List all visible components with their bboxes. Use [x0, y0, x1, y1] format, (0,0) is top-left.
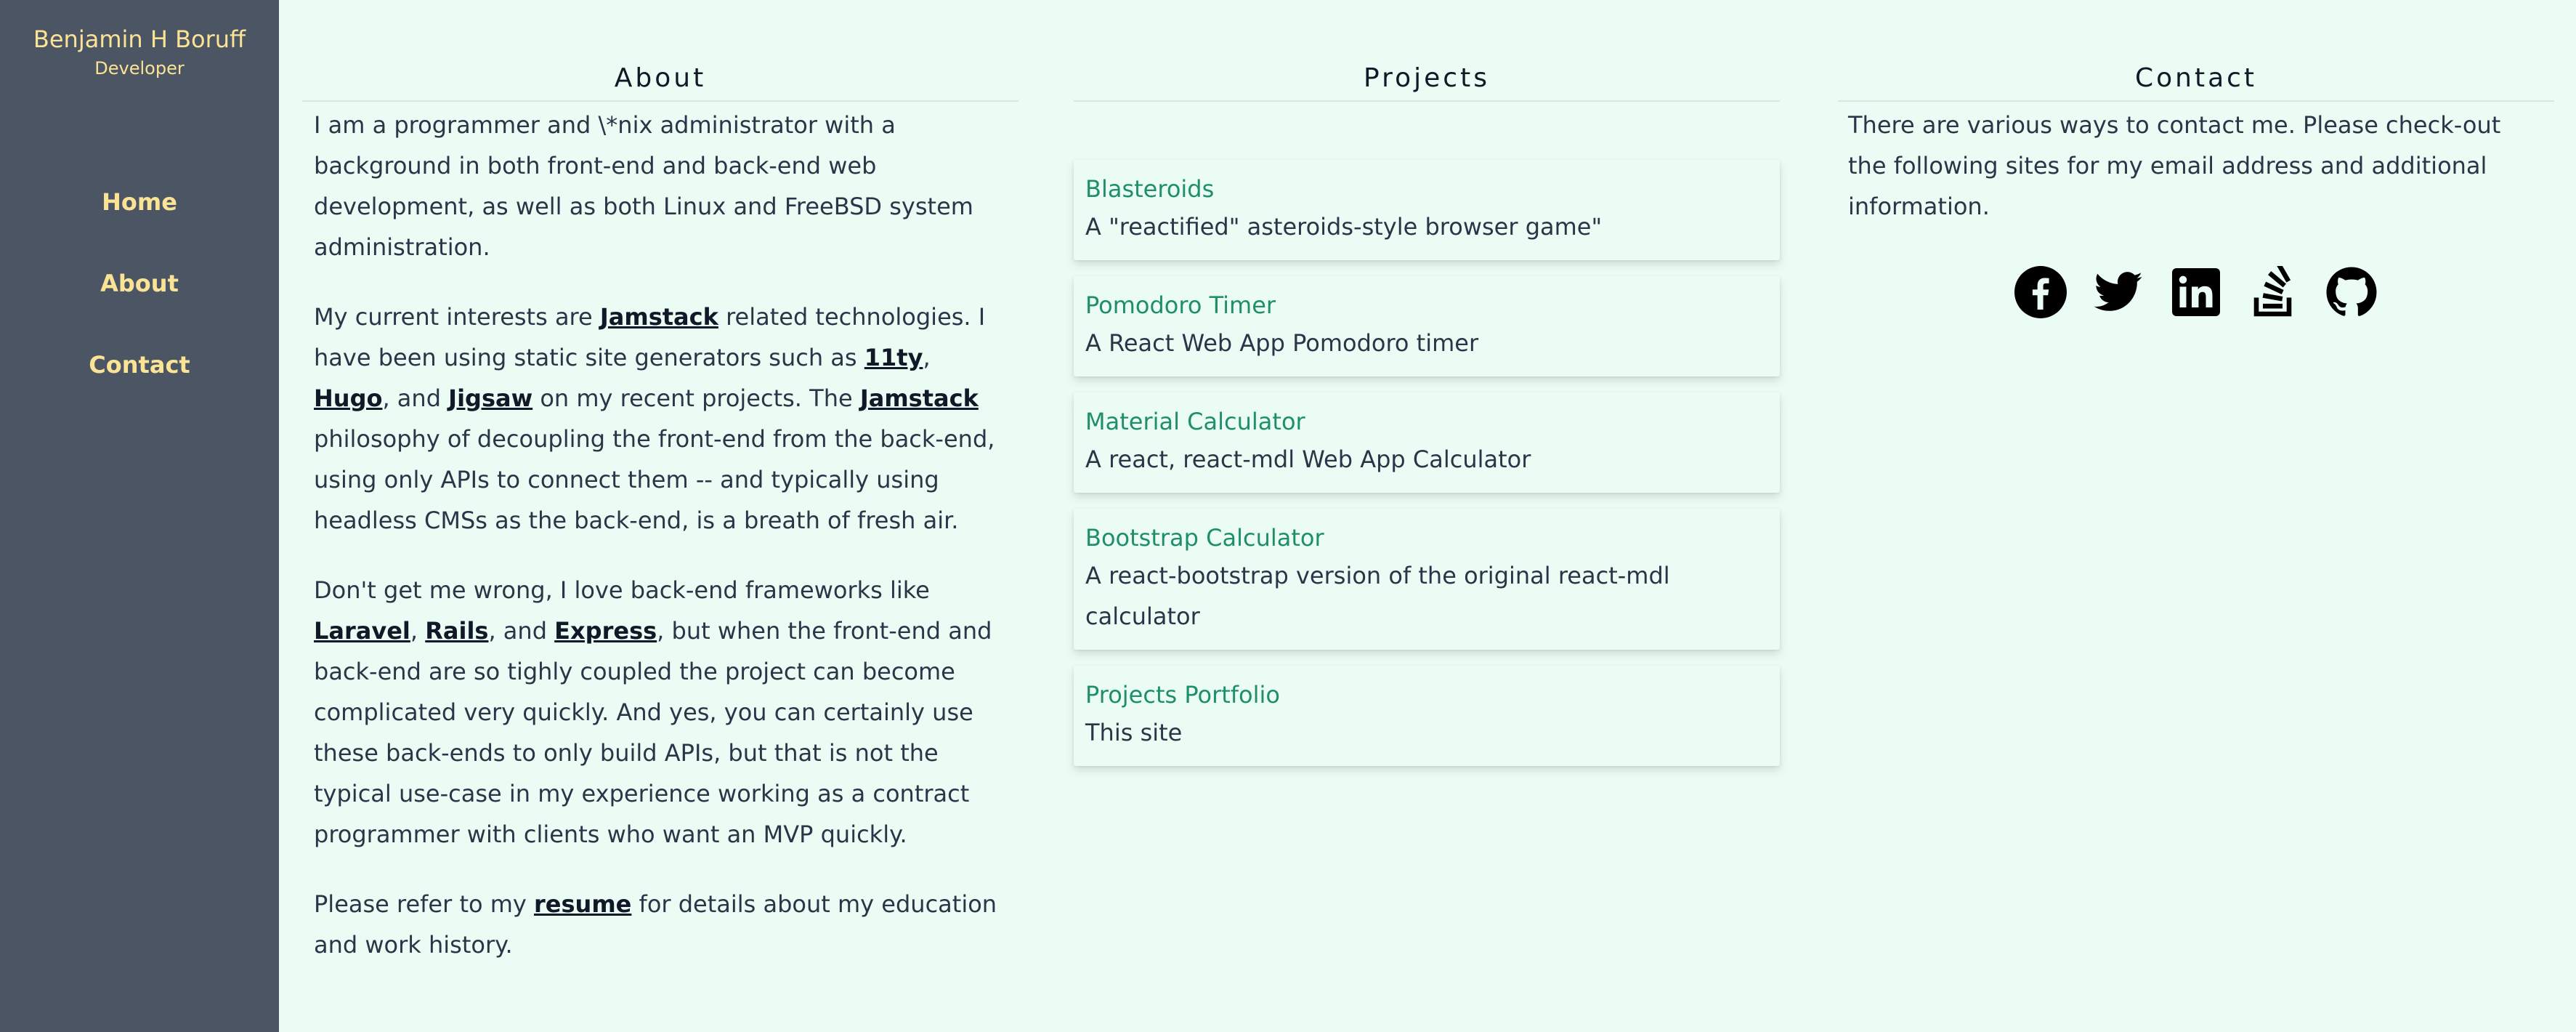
stackoverflow-icon[interactable] — [2248, 266, 2300, 318]
contact-text: There are various ways to contact me. Pl… — [1848, 111, 2501, 220]
nav-home[interactable]: Home — [0, 186, 279, 218]
about-paragraph-3: Don't get me wrong, I love back-end fram… — [314, 576, 992, 848]
project-description: A react, react-mdl Web App Calculator — [1085, 446, 1531, 473]
11ty-link[interactable]: 11ty — [864, 344, 923, 371]
project-card[interactable]: Bootstrap Calculator A react-bootstrap v… — [1074, 509, 1780, 650]
brand-role: Developer — [94, 58, 185, 78]
nav-about[interactable]: About — [0, 267, 279, 299]
twitter-icon[interactable] — [2092, 266, 2144, 318]
about-paragraph-4: Please refer to my resume for details ab… — [314, 890, 997, 959]
jamstack-link-2[interactable]: Jamstack — [860, 384, 979, 412]
project-card[interactable]: Material Calculator A react, react-mdl W… — [1074, 392, 1780, 493]
project-description: This site — [1085, 719, 1183, 746]
resume-link[interactable]: resume — [534, 890, 631, 918]
rails-link[interactable]: Rails — [425, 617, 488, 645]
projects-section: Projects Blasteroids A "reactified" aste… — [1074, 61, 1780, 782]
hugo-link[interactable]: Hugo — [314, 384, 382, 412]
brand-name: Benjamin H Boruff — [33, 25, 246, 53]
github-icon[interactable] — [2325, 266, 2378, 318]
projects-heading: Projects — [1074, 61, 1780, 102]
sidebar: Benjamin H Boruff Developer Home About C… — [0, 0, 279, 1032]
jamstack-link[interactable]: Jamstack — [600, 303, 718, 331]
project-title[interactable]: Bootstrap Calculator — [1085, 520, 1768, 555]
project-title[interactable]: Pomodoro Timer — [1085, 288, 1768, 323]
project-description: A react-bootstrap version of the origina… — [1085, 562, 1670, 630]
about-paragraph-1: I am a programmer and \*nix administrato… — [314, 111, 973, 261]
project-card[interactable]: Pomodoro Timer A React Web App Pomodoro … — [1074, 276, 1780, 376]
nav-contact[interactable]: Contact — [0, 349, 279, 381]
contact-section: Contact There are various ways to contac… — [1838, 61, 2554, 318]
laravel-link[interactable]: Laravel — [314, 617, 410, 645]
jigsaw-link[interactable]: Jigsaw — [448, 384, 532, 412]
about-section: About I am a programmer and \*nix admini… — [302, 61, 1018, 994]
about-paragraph-2: My current interests are Jamstack relate… — [314, 303, 995, 534]
social-links — [1838, 266, 2554, 318]
project-card[interactable]: Blasteroids A "reactified" asteroids-sty… — [1074, 160, 1780, 260]
project-description: A "reactified" asteroids-style browser g… — [1085, 213, 1603, 241]
project-title[interactable]: Material Calculator — [1085, 404, 1768, 439]
project-title[interactable]: Blasteroids — [1085, 172, 1768, 206]
facebook-icon[interactable] — [2014, 266, 2067, 318]
linkedin-icon[interactable] — [2170, 266, 2222, 318]
about-heading: About — [302, 61, 1018, 102]
project-title[interactable]: Projects Portfolio — [1085, 677, 1768, 712]
contact-heading: Contact — [1838, 61, 2554, 102]
project-description: A React Web App Pomodoro timer — [1085, 329, 1479, 357]
project-card[interactable]: Projects Portfolio This site — [1074, 666, 1780, 766]
express-link[interactable]: Express — [554, 617, 657, 645]
